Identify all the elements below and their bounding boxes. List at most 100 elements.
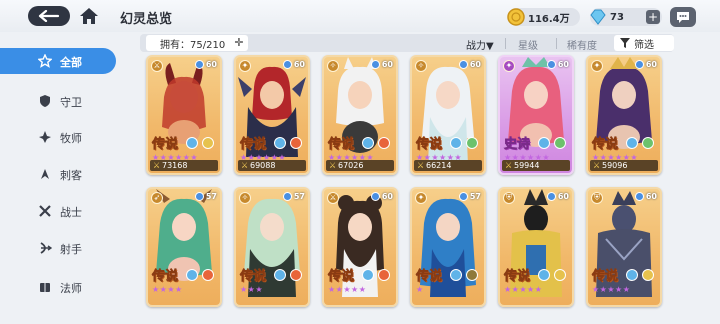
hero-card[interactable]: ⚔ 60 传说 ★★★★★ (322, 187, 398, 307)
element-fire-icon (202, 269, 214, 281)
power-value: 59944 (514, 161, 540, 170)
element-light-icon (642, 269, 654, 281)
power-value: 59096 (602, 161, 628, 170)
hero-card[interactable]: ✦ 57 传说 ★ (410, 187, 486, 307)
element-fire-icon (290, 137, 302, 149)
hero-level: 60 (557, 192, 569, 201)
power-bar: ⚔ 59096 (590, 160, 658, 171)
class-assassin-icon: ✧ (327, 60, 339, 72)
divider (505, 38, 506, 49)
sidebar-item-assassin[interactable]: 刺客 (0, 161, 116, 187)
sidebar-item-guard[interactable]: 守卫 (0, 88, 116, 114)
hero-card[interactable]: ➶ 57 传说 ★★★★ (146, 187, 222, 307)
element-light-icon (554, 269, 566, 281)
sword-icon: ⚔ (593, 161, 601, 170)
element-water-icon (362, 137, 374, 149)
sidebar-item-priest[interactable]: 牧师 (0, 124, 116, 150)
sword-icon: ⚔ (417, 161, 425, 170)
hero-card[interactable]: ✦ 60 传说 ★★★★★★ ⚔ 59096 (586, 55, 662, 175)
element-fire-icon (378, 269, 390, 281)
hero-card[interactable]: ⛨ 60 传说 ★★★★★ (498, 187, 574, 307)
element-nature-icon (554, 137, 566, 149)
sword-icon: ⚔ (329, 161, 337, 170)
hero-level: 60 (381, 192, 393, 201)
element-water-icon (626, 137, 638, 149)
home-button[interactable] (77, 5, 101, 27)
power-bar: ⚔ 67026 (326, 160, 394, 171)
element-fire-icon (290, 269, 302, 281)
archer-icon (40, 242, 52, 254)
power-value: 66214 (426, 161, 452, 170)
sidebar-item-label: 牧师 (60, 132, 82, 145)
hero-card[interactable]: ⛨ 60 传说 ★★★★★ (586, 187, 662, 307)
level-badge-icon (459, 60, 468, 69)
filter-button[interactable]: 筛选 (614, 35, 674, 51)
home-icon (80, 8, 98, 24)
element-water-icon (626, 269, 638, 281)
rarity-label: 史诗 (504, 137, 531, 153)
hero-card[interactable]: ✧ 57 传说 ★★★ (234, 187, 310, 307)
rarity-label: 传说 (240, 137, 267, 153)
hero-level: 60 (557, 60, 569, 69)
back-button[interactable] (28, 6, 70, 26)
rarity-label: 传说 (152, 137, 179, 153)
star-rating: ★★★★★ (504, 285, 543, 294)
mage-icon (40, 283, 50, 292)
sort-power-tab[interactable]: 战力▼ (466, 37, 494, 52)
hero-level: 60 (645, 192, 657, 201)
sidebar-item-warrior[interactable]: 战士 (0, 198, 116, 224)
add-gems-button[interactable]: + (646, 10, 660, 24)
owned-count-text: 拥有：75/210 (160, 39, 226, 51)
rarity-label: 传说 (592, 137, 619, 153)
level-badge-icon (547, 60, 556, 69)
power-bar: ⚔ 69088 (238, 160, 306, 171)
class-priest-icon: ✦ (503, 60, 515, 72)
element-water-icon (450, 137, 462, 149)
element-water-icon (186, 269, 198, 281)
sidebar-item-archer[interactable]: 射手 (0, 235, 116, 261)
hero-level: 57 (469, 192, 481, 201)
element-water-icon (362, 269, 374, 281)
element-water-icon (450, 269, 462, 281)
sort-star-tab[interactable]: 星级 (518, 37, 538, 52)
hero-card[interactable]: ✧ 60 传说 ★★★★★★ ⚔ 66214 (410, 55, 486, 175)
rarity-label: 传说 (152, 269, 179, 285)
hero-level: 60 (293, 60, 305, 69)
sword-icon: ⚔ (505, 161, 513, 170)
level-badge-icon (283, 60, 292, 69)
chat-button[interactable] (670, 7, 696, 27)
gem-value: 73 (610, 11, 624, 23)
element-nature-icon (642, 137, 654, 149)
class-warrior-icon: ⚔ (151, 60, 163, 72)
divider (556, 38, 557, 49)
rarity-label: 传说 (240, 269, 267, 285)
priest-icon (39, 131, 51, 143)
rarity-label: 传说 (592, 269, 619, 285)
element-water-icon (274, 137, 286, 149)
star-icon (38, 54, 52, 68)
sidebar-item-all[interactable]: 全部 (0, 48, 116, 74)
power-bar: ⚔ 66214 (414, 160, 482, 171)
star-rating: ★ (416, 285, 424, 294)
hero-card[interactable]: ✧ 60 传说 ★★★★★★ ⚔ 67026 (322, 55, 398, 175)
funnel-icon (620, 38, 630, 48)
sidebar-item-label: 全部 (60, 56, 82, 69)
rarity-label: 传说 (328, 269, 355, 285)
level-badge-icon (195, 192, 204, 201)
owned-toggle-button[interactable]: ✛ (232, 36, 246, 50)
sidebar-item-label: 守卫 (60, 96, 82, 109)
hero-card[interactable]: ✦ 60 传说 ★★★★★★ ⚔ 69088 (234, 55, 310, 175)
sidebar-item-label: 射手 (60, 243, 82, 256)
hero-card[interactable]: ⚔ 60 传说 ★★★★★★ ⚔ 73168 (146, 55, 222, 175)
hero-level: 57 (205, 192, 217, 201)
hero-card[interactable]: ✦ 60 史诗 ★★★★★★ ⚔ 59944 (498, 55, 574, 175)
element-water-icon (538, 269, 550, 281)
hero-level: 57 (293, 192, 305, 201)
sidebar-item-mage[interactable]: 法师 (0, 274, 116, 300)
star-rating: ★★★★★ (592, 285, 631, 294)
class-priest-icon: ✧ (415, 60, 427, 72)
sidebar-item-label: 刺客 (60, 169, 82, 182)
gold-coin-icon (507, 8, 525, 26)
rarity-label: 传说 (328, 137, 355, 153)
sort-rarity-tab[interactable]: 稀有度 (567, 37, 597, 52)
